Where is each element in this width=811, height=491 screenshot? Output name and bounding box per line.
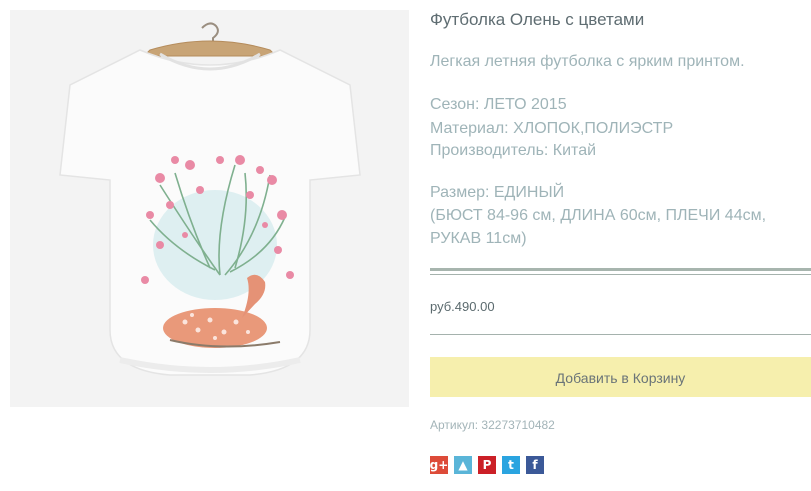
spec-measures-2: РУКАВ 11см) [430, 230, 527, 247]
separator-thin-upper [430, 274, 811, 275]
spec-manufacturer: Производитель: Китай [430, 142, 597, 159]
product-image[interactable] [10, 10, 409, 407]
product-description: Легкая летняя футболка с ярким принтом. [430, 53, 745, 70]
spec-material: Материал: ХЛОПОК,ПОЛИЭСТР [430, 120, 674, 137]
spec-season: Сезон: ЛЕТО 2015 [430, 96, 567, 113]
share-buttons: g+ ▲ P t f [430, 456, 544, 474]
product-title: Футболка Олень с цветами [430, 10, 645, 29]
twitter-icon[interactable]: t [502, 456, 520, 474]
vk-bookmark-icon[interactable]: ▲ [454, 456, 472, 474]
spec-size: Размер: ЕДИНЫЙ [430, 184, 565, 201]
separator-thick [430, 268, 811, 271]
facebook-icon[interactable]: f [526, 456, 544, 474]
tshirt-illustration [59, 22, 361, 376]
separator-thin-lower [430, 334, 811, 335]
spec-measures-1: (БЮСТ 84-96 см, ДЛИНА 60см, ПЛЕЧИ 44см, [430, 207, 767, 224]
add-to-cart-button[interactable]: Добавить в Корзину [430, 357, 811, 397]
pinterest-icon[interactable]: P [478, 456, 496, 474]
sku-label: Артикул: [430, 418, 479, 432]
product-price: руб.490.00 [430, 299, 495, 314]
product-sku: Артикул: 32273710482 [430, 418, 555, 432]
sku-value: 32273710482 [481, 418, 555, 432]
google-plus-icon[interactable]: g+ [430, 456, 448, 474]
